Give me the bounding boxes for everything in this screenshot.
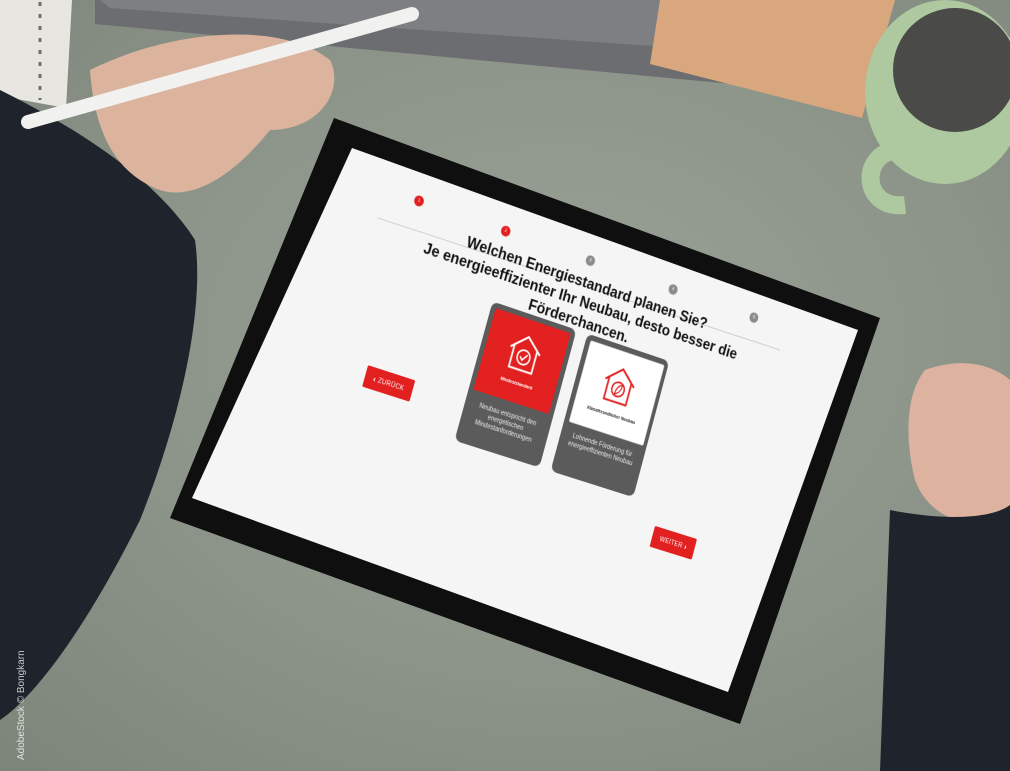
next-button[interactable]: WEITER › [649,525,698,560]
mug-handle [861,141,906,215]
right-hand [908,363,1010,524]
option-tile-selected: Mindeststandard [473,308,571,415]
notebook [0,0,72,108]
house-check-icon [502,328,547,380]
next-button-label: WEITER [658,535,684,550]
step-3: 3 [584,254,597,268]
step-4: 4 [667,283,679,296]
step-2: 2 [499,224,512,238]
right-sleeve [880,505,1010,771]
step-5: 5 [748,311,760,324]
photo-credit: AdobeStock © Bongkarn [16,650,27,760]
chevron-right-icon: › [682,541,689,552]
step-1: 1 [412,194,426,208]
back-button[interactable]: ‹ ZURÜCK [362,365,416,402]
sticky-notes [650,0,895,118]
option-title: Mindeststandard [499,376,533,392]
house-leaf-icon [597,360,640,411]
back-button-label: ZURÜCK [376,377,405,393]
left-hand [90,34,335,193]
option-tile: Klimafreundlicher Neubau [568,340,665,447]
option-title: Klimafreundlicher Neubau [586,405,636,426]
